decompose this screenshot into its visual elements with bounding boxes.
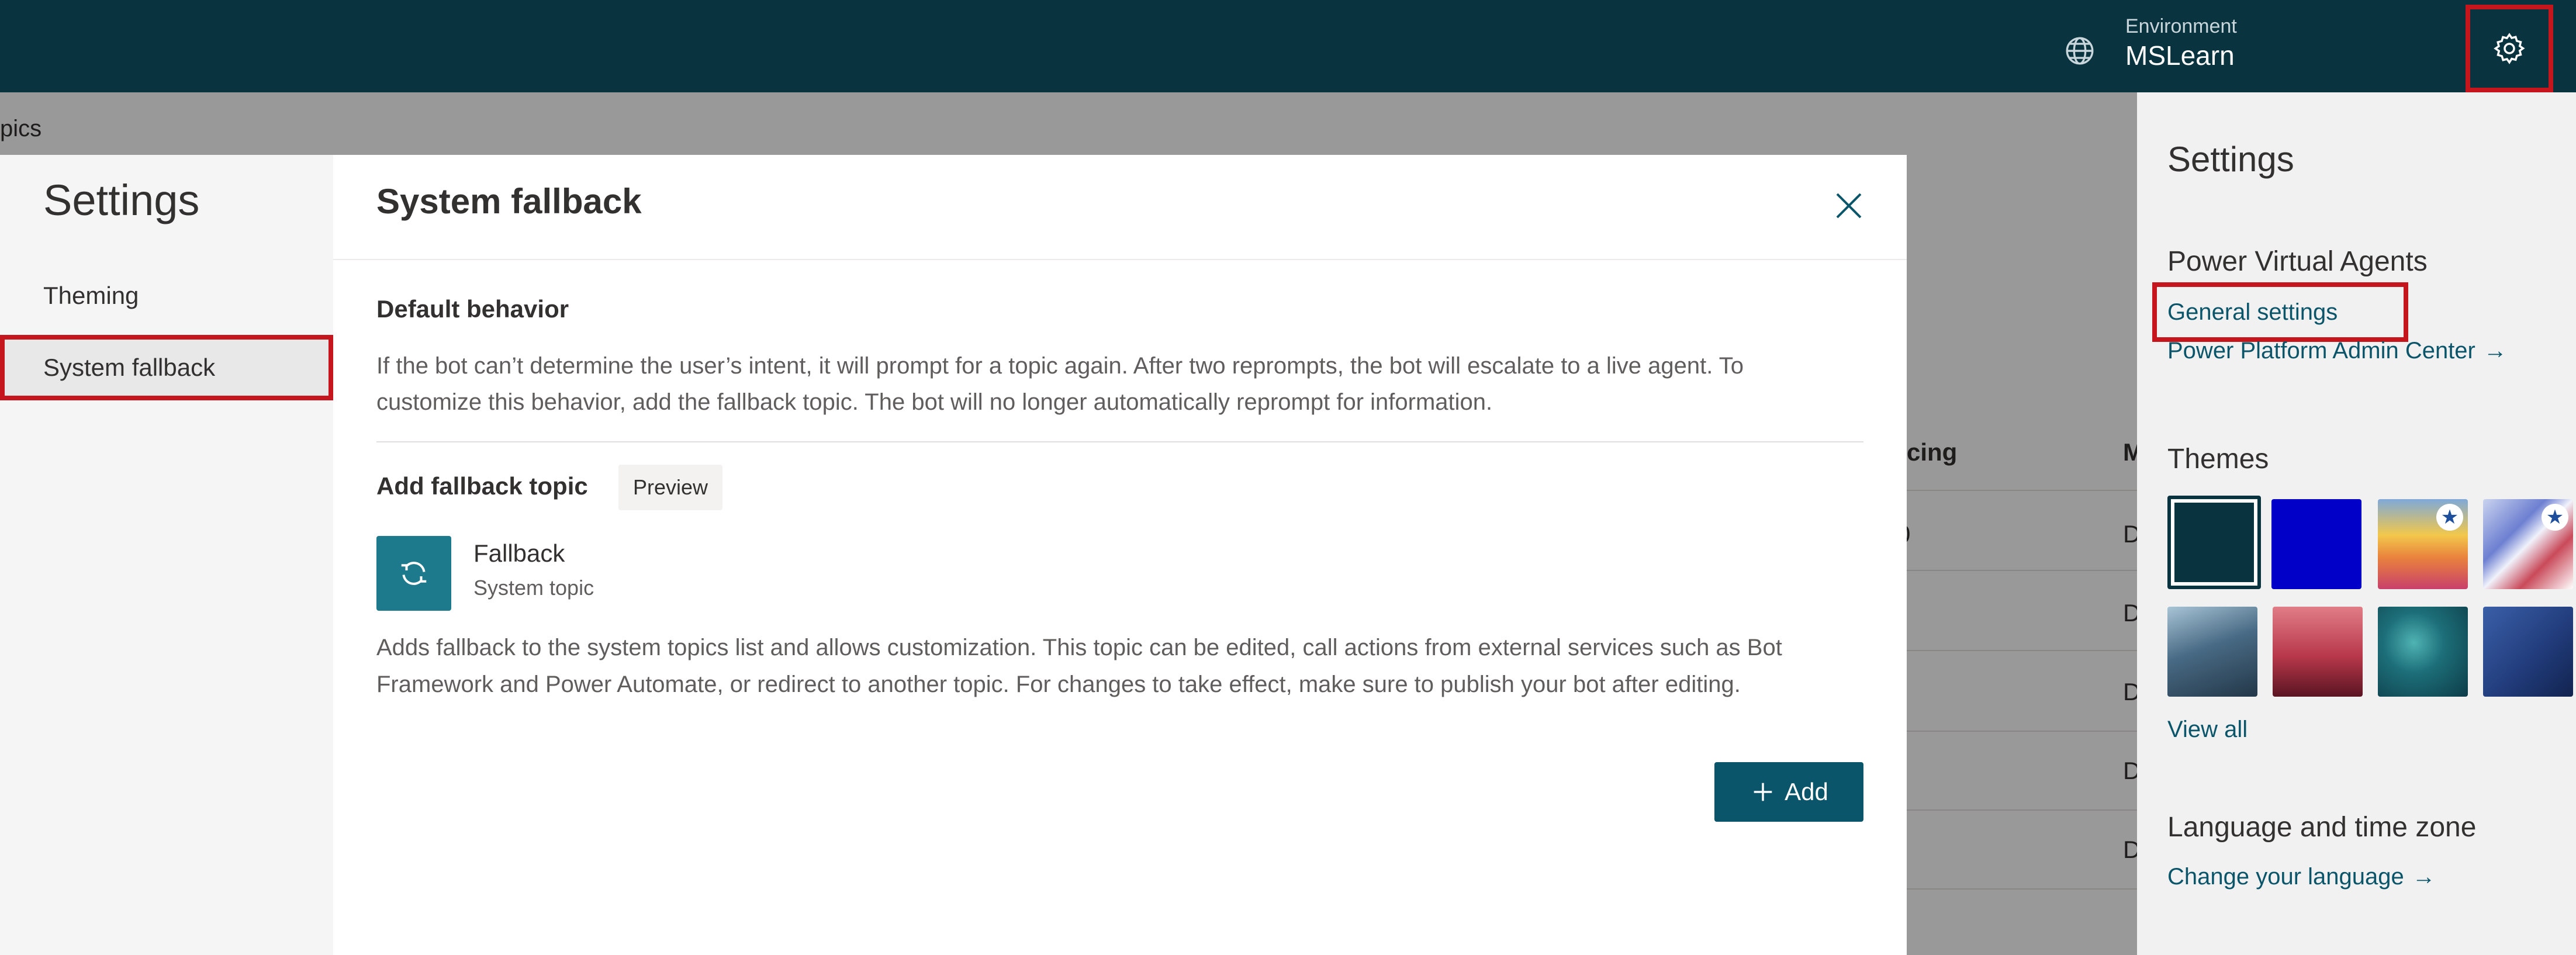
refresh-icon — [401, 562, 427, 585]
general-settings-label: General settings — [2167, 299, 2338, 325]
settings-nav-title: Settings — [43, 176, 200, 224]
add-fallback-description: Adds fallback to the system topics list … — [376, 635, 1782, 697]
view-all-themes-link[interactable]: View all — [2167, 717, 2247, 743]
close-icon[interactable] — [1831, 188, 1866, 223]
add-fallback-heading: Add fallback topic — [376, 472, 588, 500]
default-behavior-text: If the bot can’t determine the user’s in… — [376, 353, 1744, 415]
section-divider — [376, 441, 1863, 442]
star-icon: ★ — [2436, 504, 2463, 531]
default-behavior-heading: Default behavior — [376, 295, 569, 323]
add-button[interactable]: Add — [1714, 762, 1863, 822]
admin-center-link[interactable]: Power Platform Admin Center → — [2167, 338, 2507, 364]
theme-tile-sunset[interactable] — [2273, 607, 2363, 697]
preview-badge: Preview — [618, 465, 722, 510]
top-bar: Environment MSLearn — [0, 0, 2576, 92]
nav-item-label: System fallback — [43, 354, 216, 381]
settings-nav: Settings Theming System fallback — [0, 155, 333, 955]
theme-tile-circuit[interactable] — [2378, 607, 2468, 697]
star-icon: ★ — [2542, 504, 2568, 531]
settings-panel: Settings Power Virtual Agents General se… — [2137, 92, 2576, 955]
theme-tile-flag[interactable]: ★ — [2483, 499, 2573, 589]
themes-heading: Themes — [2167, 444, 2269, 475]
change-language-label: Change your language — [2167, 864, 2404, 890]
gear-icon — [2494, 33, 2525, 64]
system-fallback-dialog: System fallback Default behavior If the … — [333, 155, 1907, 955]
fallback-topic-icon — [376, 536, 451, 611]
arrow-right-icon: → — [2412, 864, 2436, 890]
nav-item-system-fallback[interactable]: System fallback — [0, 335, 333, 400]
theme-tile-dark-teal[interactable] — [2167, 496, 2261, 589]
admin-center-label: Power Platform Admin Center — [2167, 338, 2475, 364]
change-language-link[interactable]: Change your language → — [2167, 864, 2436, 890]
theme-tile-blue[interactable] — [2271, 499, 2361, 589]
arrow-right-icon: → — [2483, 338, 2507, 364]
environment-label: Environment — [2125, 15, 2237, 37]
general-settings-link[interactable]: General settings — [2152, 282, 2408, 342]
topic-type: System topic — [473, 576, 594, 600]
dialog-divider — [333, 259, 1907, 260]
add-button-label: Add — [1785, 778, 1828, 805]
topic-name: Fallback — [473, 539, 565, 567]
settings-panel-title: Settings — [2167, 140, 2294, 179]
dialog-title: System fallback — [376, 182, 642, 221]
theme-tile-innovation[interactable] — [2483, 607, 2573, 697]
theme-tile-rainbow[interactable]: ★ — [2378, 499, 2468, 589]
settings-gear-button[interactable] — [2466, 5, 2553, 92]
plus-icon — [1754, 783, 1772, 801]
globe-icon — [2066, 37, 2094, 65]
language-heading: Language and time zone — [2167, 812, 2477, 843]
theme-tile-landscape[interactable] — [2167, 607, 2257, 697]
environment-name[interactable]: MSLearn — [2125, 40, 2235, 71]
pva-heading: Power Virtual Agents — [2167, 246, 2428, 277]
nav-item-theming[interactable]: Theming — [43, 282, 139, 310]
